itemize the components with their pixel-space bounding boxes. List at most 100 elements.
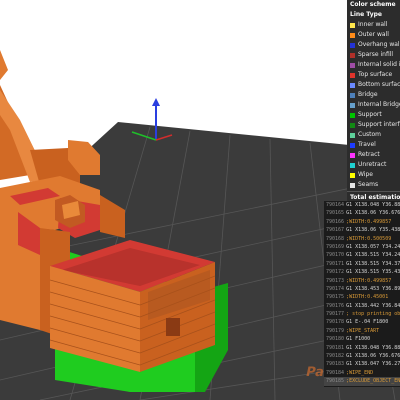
gcode-line-number: 790176 bbox=[326, 302, 345, 309]
legend-swatch bbox=[350, 152, 355, 158]
legend-item-label: Bottom surface bbox=[358, 81, 400, 88]
gcode-line-text: G1 X138.515 Y34.242 E bbox=[346, 252, 400, 259]
gcode-line-text: ;WIDTH:0.45001 bbox=[346, 294, 389, 301]
gcode-line-number: 790169 bbox=[326, 243, 345, 250]
legend-swatch bbox=[350, 72, 355, 78]
gcode-line-number: 790171 bbox=[326, 260, 345, 267]
gcode-line-number: 790178 bbox=[326, 319, 345, 326]
gcode-line-text: ;EXCLUDE_OBJECT_END bbox=[346, 378, 400, 385]
gcode-line-number: 790164 bbox=[326, 202, 345, 208]
legend-swatch bbox=[350, 82, 355, 88]
gcode-line[interactable]: 790176G1 X138.442 Y36.842 E bbox=[324, 302, 400, 310]
legend-swatch bbox=[350, 122, 355, 128]
legend-item[interactable]: Support interface bbox=[347, 120, 400, 130]
legend-item[interactable]: Travel bbox=[347, 140, 400, 150]
gcode-line-number: 790166 bbox=[326, 218, 345, 225]
legend-item-label: Support bbox=[358, 111, 382, 118]
legend-swatch bbox=[350, 52, 355, 58]
legend-item-label: Retract bbox=[358, 151, 380, 158]
gcode-line[interactable]: 790181G1 X138.048 Y36.882 E bbox=[324, 344, 400, 352]
gcode-line-number: 790173 bbox=[326, 277, 345, 284]
gcode-line[interactable]: 790178 G1 E-.04 F1800 bbox=[324, 318, 400, 326]
gcode-line-text: M106 S0 bbox=[346, 386, 367, 388]
legend-swatch bbox=[350, 102, 355, 108]
legend-item-label: Seams bbox=[358, 181, 379, 188]
legend-item[interactable]: Support bbox=[347, 110, 400, 120]
gcode-line-text: ;WIDTH:0.499857 bbox=[346, 218, 392, 225]
gcode-line-text: G1 X138.048 Y36.882 E bbox=[346, 344, 400, 351]
gcode-line-number: 790167 bbox=[326, 227, 345, 234]
legend-item[interactable]: Bottom surface bbox=[347, 80, 400, 90]
legend-item[interactable]: Bridge bbox=[347, 90, 400, 100]
gcode-line[interactable]: 790165G1 X138.06 Y36.676 E bbox=[324, 209, 400, 217]
gcode-line-text: G1 X138.06 Y35.438 E bbox=[346, 227, 400, 234]
legend-item[interactable]: Internal Bridge bbox=[347, 100, 400, 110]
tower bbox=[0, 50, 100, 185]
legend-item[interactable]: Internal solid infill bbox=[347, 60, 400, 70]
gcode-line-text: G1 X138.453 Y36.892 E bbox=[346, 285, 400, 292]
legend-item-label: Custom bbox=[358, 131, 381, 138]
gcode-line[interactable]: 790170G1 X138.515 Y34.242 E bbox=[324, 251, 400, 259]
legend-swatch bbox=[350, 92, 355, 98]
legend-item[interactable]: Overhang wall bbox=[347, 40, 400, 50]
gcode-line-number: 790186 bbox=[326, 386, 344, 388]
gcode-line[interactable]: 790169G1 X138.057 Y34.242 E bbox=[324, 243, 400, 251]
gcode-line[interactable]: 790164G1 X138.048 Y36.882 E bbox=[324, 201, 400, 209]
legend-item[interactable]: Outer wall bbox=[347, 30, 400, 40]
legend-items: Inner wall Outer wall Overhang wall Sparse … bbox=[347, 20, 400, 190]
gcode-line-number: 790184 bbox=[326, 369, 345, 376]
gcode-line-number: 790183 bbox=[326, 361, 345, 368]
legend-item[interactable]: Retract bbox=[347, 150, 400, 160]
gcode-line[interactable]: 790179 ;WIPE_START bbox=[324, 327, 400, 335]
legend-item[interactable]: Top surface bbox=[347, 70, 400, 80]
line-type-label[interactable]: Line Type bbox=[347, 10, 400, 20]
gcode-line-text: G1 X138.047 Y36.278 E bbox=[346, 361, 400, 368]
gcode-line[interactable]: 790182G1 X138.06 Y36.676 E bbox=[324, 352, 400, 360]
gcode-line[interactable]: 790175 ;WIDTH:0.45001 bbox=[324, 293, 400, 301]
legend-divider bbox=[347, 191, 400, 192]
legend-item-label: Top surface bbox=[358, 71, 393, 78]
legend-item-label: Overhang wall bbox=[358, 41, 400, 48]
legend-swatch bbox=[350, 32, 355, 38]
legend-swatch bbox=[350, 42, 355, 48]
legend-item[interactable]: Unretract bbox=[347, 160, 400, 170]
legend-item-label: Outer wall bbox=[358, 31, 389, 38]
gcode-line-text: G1 X138.515 Y35.438 E bbox=[346, 269, 400, 276]
legend-swatch bbox=[350, 142, 355, 148]
legend-swatch bbox=[350, 112, 355, 118]
legend-item-label: Support interface bbox=[358, 121, 400, 128]
gcode-line[interactable]: 790174G1 X138.453 Y36.892 E bbox=[324, 285, 400, 293]
legend-item[interactable]: Inner wall bbox=[347, 20, 400, 30]
legend-item[interactable]: Sparse infill bbox=[347, 50, 400, 60]
gcode-line-text: G1 F1000 bbox=[346, 336, 371, 343]
gcode-line-text: ;WIPE_START bbox=[346, 327, 380, 334]
legend-swatch bbox=[350, 172, 355, 178]
gcode-line[interactable]: 790186M106 S0 bbox=[324, 386, 400, 388]
gcode-line-number: 790168 bbox=[326, 235, 345, 242]
gcode-line-number: 790181 bbox=[326, 344, 345, 351]
color-scheme-label[interactable]: Color scheme bbox=[347, 0, 400, 10]
gcode-line[interactable]: 790183G1 X138.047 Y36.278 E bbox=[324, 360, 400, 368]
gcode-line[interactable]: 790171G1 X138.515 Y34.376 E bbox=[324, 260, 400, 268]
legend-item[interactable]: Seams bbox=[347, 180, 400, 190]
legend-item[interactable]: Wipe bbox=[347, 170, 400, 180]
front-box bbox=[50, 240, 215, 372]
gcode-line[interactable]: 790167G1 X138.06 Y35.438 E bbox=[324, 226, 400, 234]
legend-item-label: Internal Bridge bbox=[358, 101, 400, 108]
gcode-line[interactable]: 790180 G1 F1000 bbox=[324, 335, 400, 343]
gcode-line[interactable]: 790172G1 X138.515 Y35.438 E bbox=[324, 268, 400, 276]
gcode-line-text: G1 X138.057 Y34.242 E bbox=[346, 243, 400, 250]
legend-item[interactable]: Custom bbox=[347, 130, 400, 140]
gcode-viewer[interactable]: 790164G1 X138.048 Y36.882 E790165G1 X138… bbox=[324, 201, 400, 387]
gcode-line-number: 790185 bbox=[326, 378, 345, 385]
gcode-line[interactable]: 790166 ;WIDTH:0.499857 bbox=[324, 218, 400, 226]
gcode-line[interactable]: 790185 ;EXCLUDE_OBJECT_END bbox=[324, 377, 400, 386]
gcode-line[interactable]: 790184 ;WIPE_END bbox=[324, 369, 400, 377]
legend-item-label: Travel bbox=[358, 141, 376, 148]
gcode-line[interactable]: 790173 ;WIDTH:0.499857 bbox=[324, 277, 400, 285]
gcode-line-number: 790174 bbox=[326, 285, 345, 292]
gcode-line-number: 790180 bbox=[326, 336, 345, 343]
gcode-line[interactable]: 790168 ;WIDTH:0.500509 bbox=[324, 235, 400, 243]
gcode-line-number: 790179 bbox=[326, 327, 345, 334]
gcode-line[interactable]: 790177; stop printing object 1 bbox=[324, 310, 400, 318]
